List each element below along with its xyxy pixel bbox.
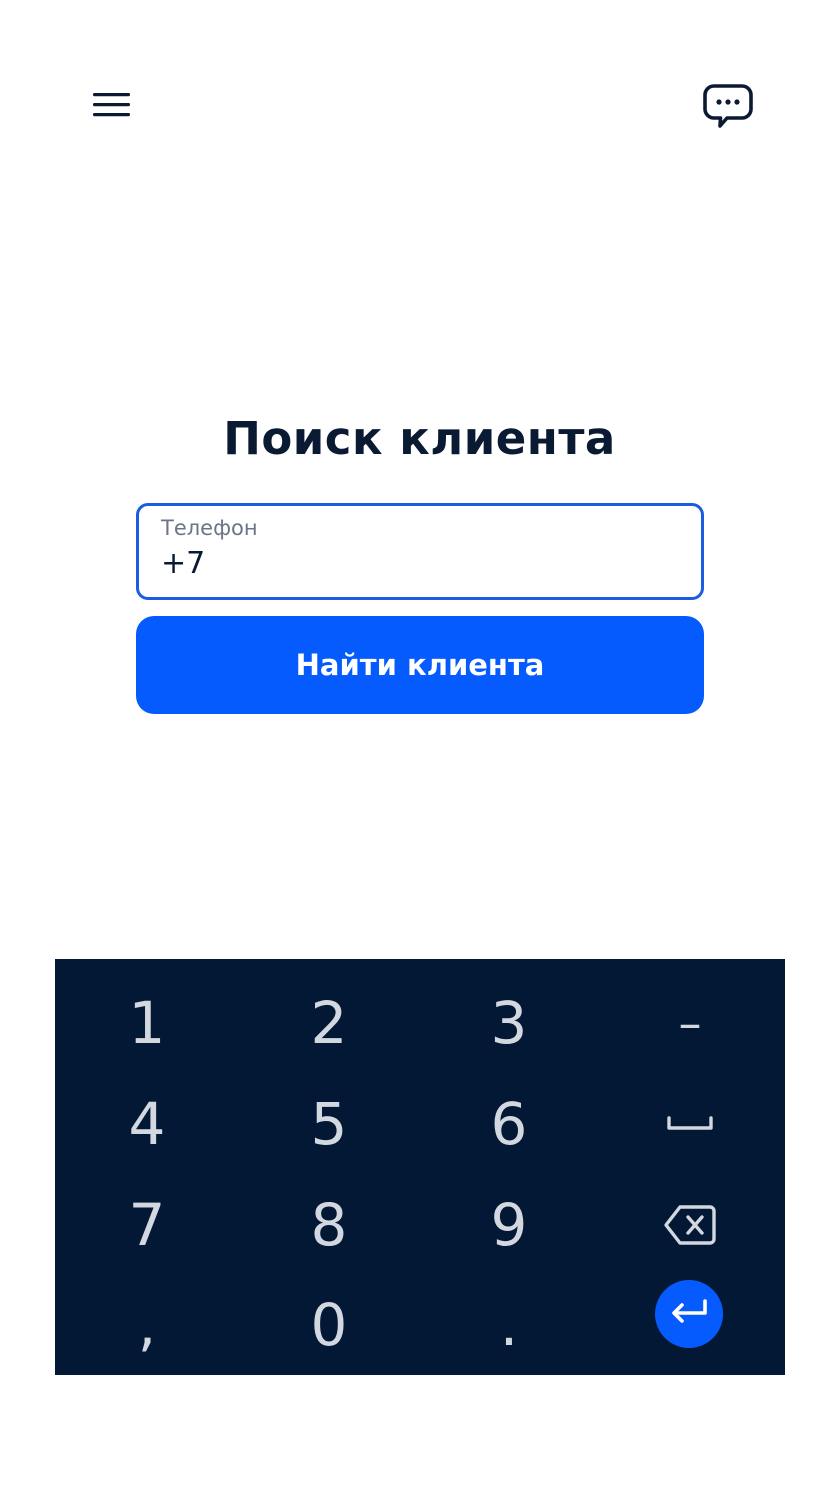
phone-field-label: Телефон [161,516,258,540]
key-space[interactable] [620,1076,760,1172]
hamburger-menu-icon[interactable] [88,84,134,124]
backspace-icon [663,1204,717,1246]
numeric-keyboard: 1 2 3 – 4 5 6 7 8 9 , 0 . [55,959,785,1375]
key-dot[interactable]: . [439,1277,579,1373]
client-search-screen: Поиск клиента Телефон +7 Найти клиента 1… [0,0,839,1492]
phone-field-value[interactable]: +7 [161,546,205,581]
phone-field[interactable]: Телефон +7 [136,503,704,600]
key-1[interactable]: 1 [77,975,217,1071]
key-9[interactable]: 9 [439,1177,579,1273]
space-bar-icon [666,1116,714,1132]
key-3[interactable]: 3 [439,975,579,1071]
key-minus[interactable]: – [620,975,760,1071]
key-7[interactable]: 7 [77,1177,217,1273]
key-4[interactable]: 4 [77,1076,217,1172]
chat-bubble-icon[interactable] [700,80,756,132]
key-8[interactable]: 8 [259,1177,399,1273]
key-2[interactable]: 2 [259,975,399,1071]
key-0[interactable]: 0 [259,1277,399,1373]
find-client-button[interactable]: Найти клиента [136,616,704,714]
enter-return-icon [669,1298,709,1330]
page-title: Поиск клиента [223,412,616,465]
key-5[interactable]: 5 [259,1076,399,1172]
key-backspace[interactable] [620,1177,760,1273]
enter-key[interactable] [655,1280,723,1348]
key-6[interactable]: 6 [439,1076,579,1172]
key-comma[interactable]: , [77,1277,217,1373]
